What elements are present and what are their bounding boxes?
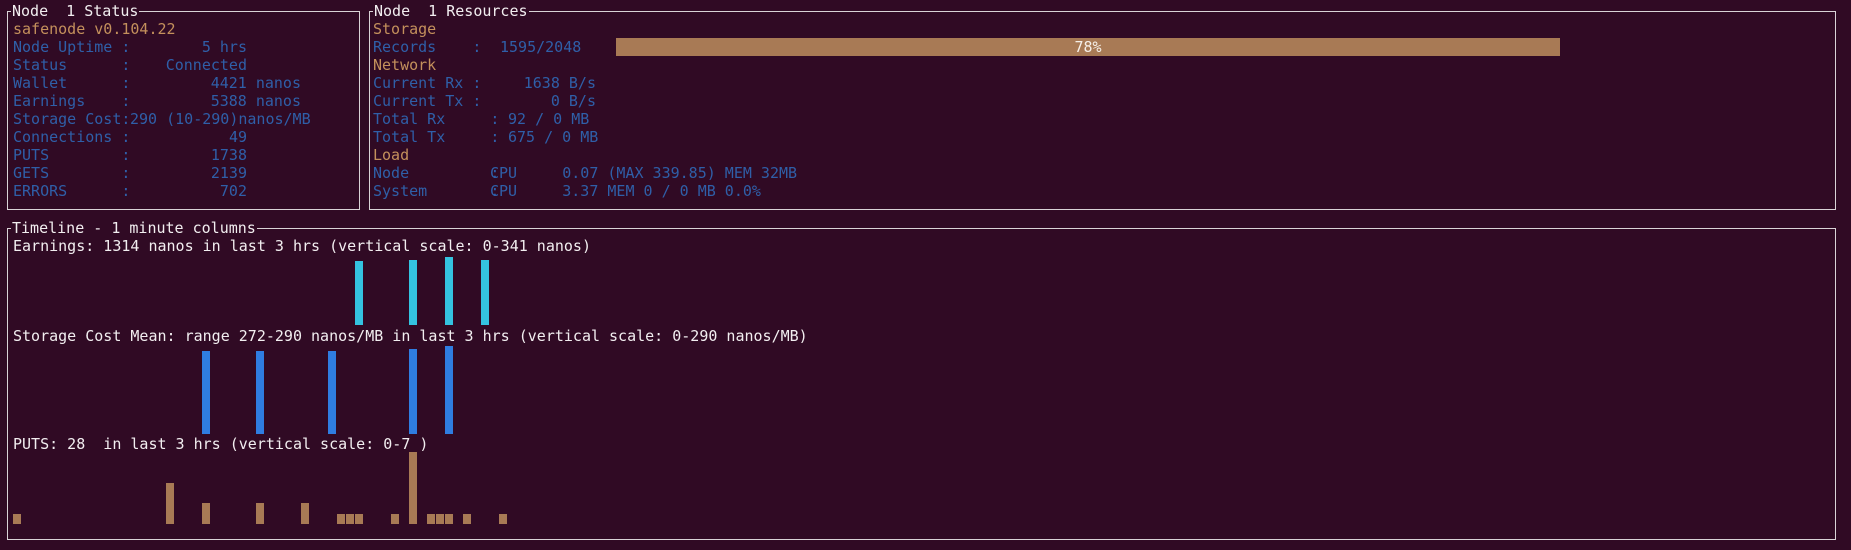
puts-bar bbox=[427, 514, 435, 524]
storage-cost-mean-bar bbox=[409, 349, 417, 434]
puts-bar bbox=[463, 514, 471, 524]
puts-bar bbox=[445, 514, 453, 524]
puts-bar bbox=[337, 514, 345, 524]
timeline-charts bbox=[13, 257, 507, 524]
puts-bar bbox=[355, 514, 363, 524]
puts-bar bbox=[166, 483, 174, 524]
puts-bar bbox=[391, 514, 399, 524]
earnings-bar bbox=[355, 261, 363, 325]
earnings-bar bbox=[445, 257, 453, 325]
puts-bar bbox=[256, 503, 264, 524]
puts-bar bbox=[499, 514, 507, 524]
puts-bar bbox=[202, 503, 210, 524]
puts-bar bbox=[409, 452, 417, 524]
puts-bar bbox=[436, 514, 444, 524]
puts-bar bbox=[13, 514, 21, 524]
storage-cost-mean-bar bbox=[445, 346, 453, 434]
puts-bar bbox=[346, 514, 354, 524]
earnings-bar bbox=[481, 260, 489, 325]
storage-cost-mean-bar bbox=[256, 351, 264, 434]
puts-bar bbox=[301, 503, 309, 524]
storage-cost-mean-bar bbox=[202, 351, 210, 434]
earnings-bar bbox=[409, 260, 417, 325]
storage-cost-mean-bar bbox=[328, 351, 336, 434]
